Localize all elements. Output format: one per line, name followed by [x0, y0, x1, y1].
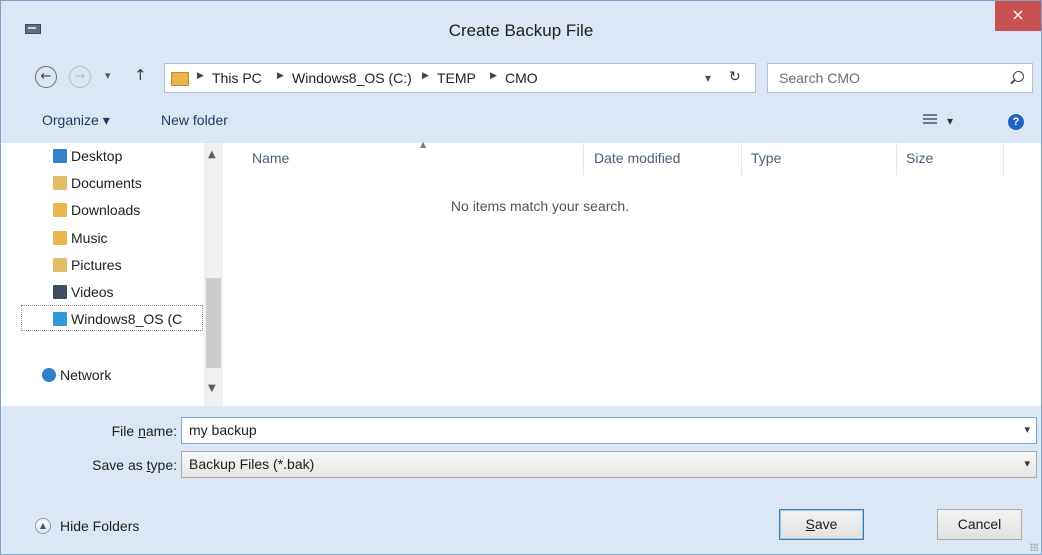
scroll-down-icon[interactable]: ▼ [208, 383, 216, 394]
scroll-thumb[interactable] [206, 278, 221, 368]
browser-area: Desktop Documents Downloads Music Pictur… [1, 140, 1041, 406]
save-as-type-select[interactable]: Backup Files (*.bak) ▾ [181, 451, 1037, 478]
search-icon[interactable] [1013, 71, 1024, 82]
videos-folder-icon [53, 285, 67, 299]
column-divider[interactable] [1003, 143, 1004, 175]
save-as-type-value: Backup Files (*.bak) [189, 456, 315, 472]
breadcrumb-separator-icon: ▶ [490, 71, 497, 81]
breadcrumb-separator-icon: ▶ [197, 71, 204, 81]
breadcrumb-temp[interactable]: TEMP [437, 70, 476, 86]
breadcrumb-cmo[interactable]: CMO [505, 70, 538, 86]
folder-icon [171, 72, 189, 86]
documents-folder-icon [53, 176, 67, 190]
column-header-type[interactable]: Type [751, 150, 781, 166]
refresh-icon[interactable]: ↻ [729, 69, 741, 85]
new-folder-button[interactable]: New folder [161, 112, 228, 128]
hide-folders-label: Hide Folders [60, 518, 140, 534]
network-icon [42, 368, 56, 382]
column-header-date-modified[interactable]: Date modified [594, 150, 680, 166]
address-dropdown-chevron-icon[interactable]: ▾ [705, 71, 711, 85]
file-name-label: File name: [111, 423, 177, 439]
organize-button[interactable]: Organize ▾ [42, 112, 110, 129]
title-bar: Create Backup File × [1, 1, 1041, 41]
breadcrumb-separator-icon: ▶ [277, 71, 284, 81]
column-header-name[interactable]: Name [252, 150, 289, 166]
music-folder-icon [53, 231, 67, 245]
navigation-pane: Desktop Documents Downloads Music Pictur… [1, 143, 223, 406]
file-name-dropdown-chevron-icon[interactable]: ▾ [1024, 423, 1030, 436]
column-divider[interactable] [741, 143, 742, 175]
downloads-folder-icon [53, 203, 67, 217]
sort-ascending-icon: ▲ [420, 140, 427, 149]
pictures-folder-icon [53, 258, 67, 272]
up-button[interactable]: ↑ [134, 66, 147, 84]
column-divider[interactable] [896, 143, 897, 175]
breadcrumb-this-pc[interactable]: This PC [212, 70, 262, 86]
column-divider[interactable] [583, 143, 584, 175]
collapse-up-icon: ▲ [35, 518, 51, 534]
cancel-button[interactable]: Cancel [937, 509, 1022, 540]
empty-folder-message: No items match your search. [450, 198, 630, 214]
desktop-folder-icon [53, 149, 67, 163]
resize-grip[interactable] [1030, 543, 1038, 551]
view-dropdown-chevron-icon[interactable]: ▾ [947, 114, 953, 128]
column-header-size[interactable]: Size [906, 150, 933, 166]
save-as-type-label: Save as type: [92, 457, 177, 473]
scroll-up-icon[interactable]: ▲ [208, 149, 216, 160]
recent-locations-chevron-icon[interactable]: ▾ [105, 69, 111, 82]
save-as-type-chevron-icon[interactable]: ▾ [1024, 457, 1030, 470]
search-placeholder: Search CMO [779, 70, 860, 86]
save-file-dialog: Create Backup File × ← → ▾ ↑ ▶ This PC ▶… [0, 0, 1042, 555]
help-icon[interactable]: ? [1008, 114, 1024, 130]
close-button[interactable]: × [995, 1, 1041, 31]
drive-icon [53, 312, 67, 326]
dialog-title: Create Backup File [448, 21, 594, 40]
navigation-bar: ← → ▾ ↑ ▶ This PC ▶ Windows8_OS (C:) ▶ T… [1, 57, 1041, 97]
forward-button[interactable]: → [69, 66, 91, 88]
navigation-scrollbar[interactable]: ▲ ▼ [204, 143, 223, 406]
change-view-icon[interactable] [923, 114, 937, 126]
save-button[interactable]: Save [779, 509, 864, 540]
search-input[interactable]: Search CMO [767, 63, 1033, 93]
file-list[interactable]: ▲ Name Date modified Type Size No items … [223, 140, 1041, 406]
file-name-field[interactable]: my backup ▾ [181, 417, 1037, 444]
command-toolbar: Organize ▾ New folder ▾ ? [1, 104, 1041, 140]
address-bar[interactable]: ▶ This PC ▶ Windows8_OS (C:) ▶ TEMP ▶ CM… [164, 63, 756, 93]
file-name-value[interactable]: my backup [189, 422, 257, 438]
breadcrumb-drive[interactable]: Windows8_OS (C:) [292, 70, 412, 86]
back-button[interactable]: ← [35, 66, 57, 88]
breadcrumb-separator-icon: ▶ [422, 71, 429, 81]
